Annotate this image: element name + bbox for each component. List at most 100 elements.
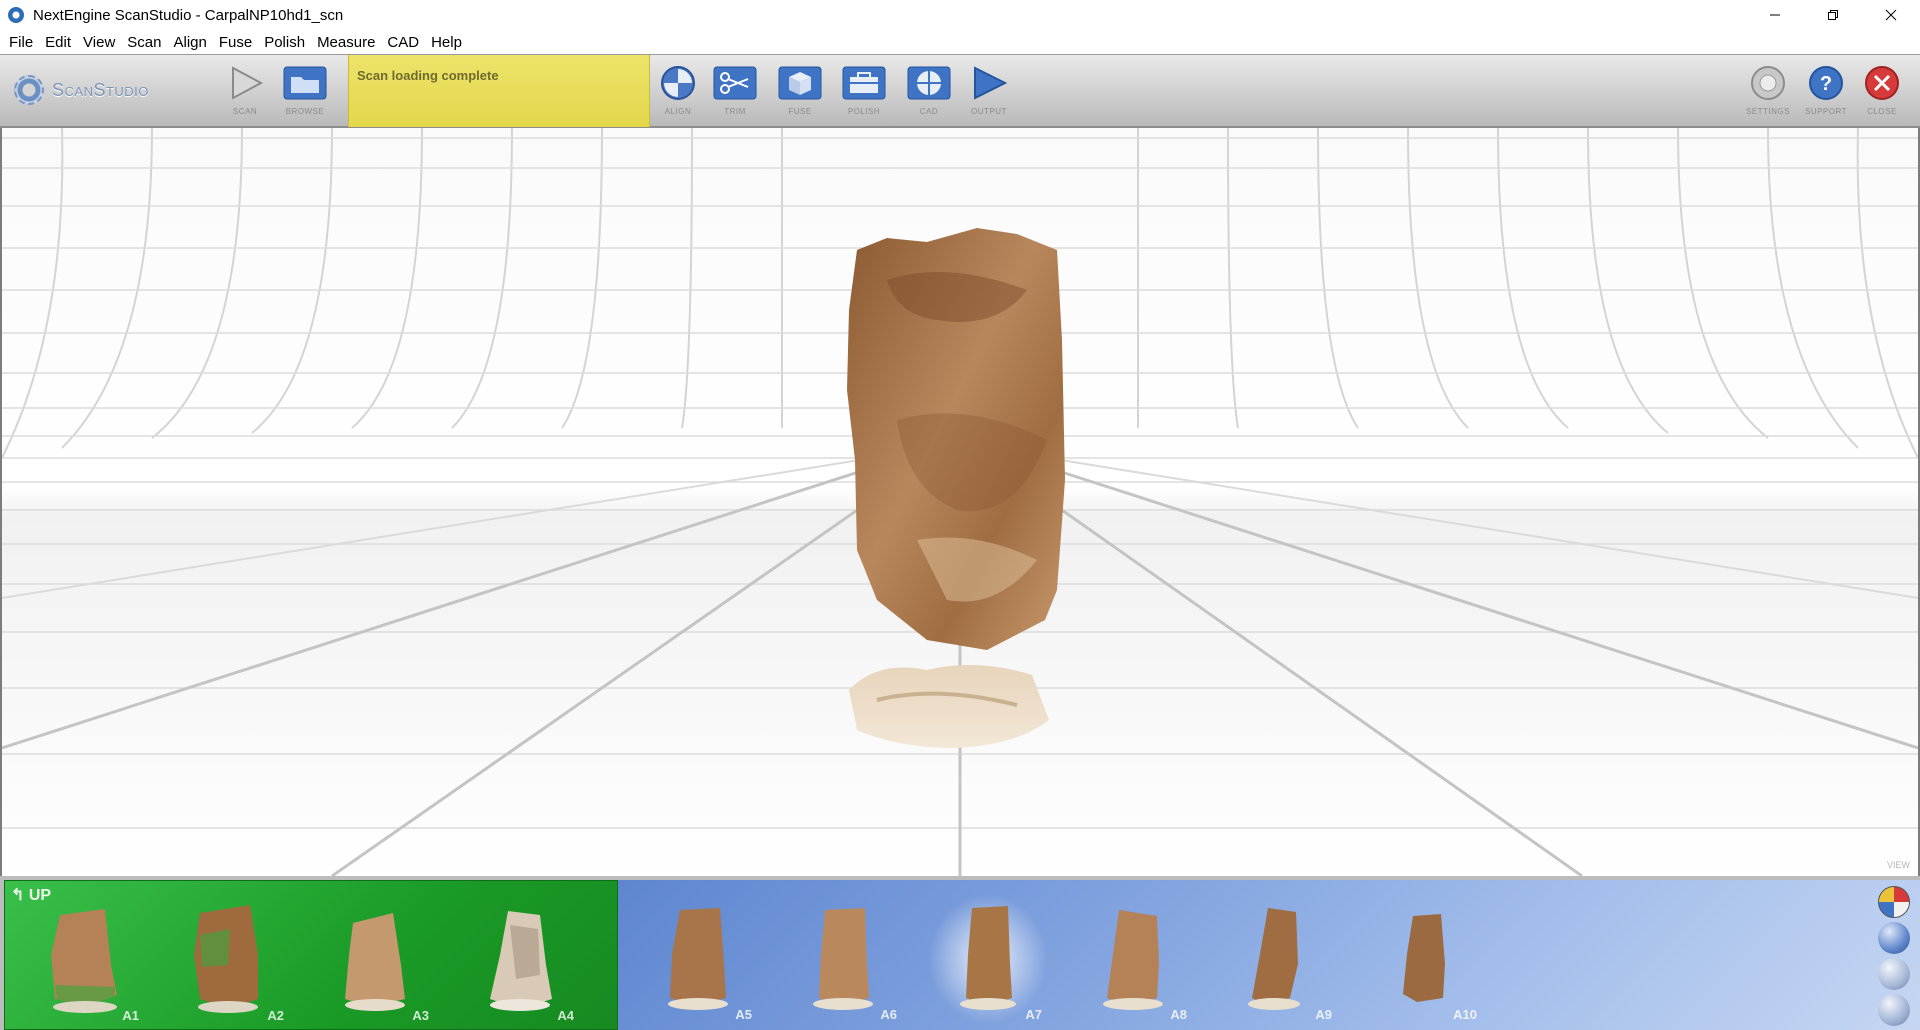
group-remaining-panel: A5 A6 A7 A8 A9 A10 xyxy=(618,880,1920,1030)
polish-button[interactable]: Polish xyxy=(837,65,891,116)
scan-filmstrip: ↰ UP A1 A2 A3 A4 A5 A6 A7 A8 A9 A10 xyxy=(0,876,1920,1030)
menu-scan[interactable]: Scan xyxy=(121,34,167,51)
title-bar: NextEngine ScanStudio - CarpalNP10hd1_sc… xyxy=(0,0,1920,30)
restore-icon xyxy=(1828,10,1838,20)
scan-preview xyxy=(51,909,117,1013)
support-button[interactable]: ? Support xyxy=(1799,65,1853,116)
scan-preview xyxy=(1103,910,1163,1010)
scissors-icon xyxy=(711,65,759,101)
3d-viewport[interactable]: View xyxy=(0,128,1920,876)
gear-logo-icon xyxy=(14,75,44,105)
trim-button[interactable]: Trim xyxy=(708,65,762,116)
align-button[interactable]: Align xyxy=(651,65,705,116)
scan-thumbnail[interactable]: A4 xyxy=(460,895,580,1025)
folder-icon xyxy=(281,65,329,101)
align-label: Align xyxy=(664,107,692,116)
scan-label: Scan xyxy=(232,107,258,116)
thumb-label: A3 xyxy=(412,1008,429,1023)
color-sphere-icon[interactable] xyxy=(1878,886,1910,918)
scan-preview xyxy=(1248,908,1300,1010)
thumb-label: A5 xyxy=(735,1007,752,1022)
scanstudio-logo: ScanStudio xyxy=(14,75,149,105)
minimize-button[interactable] xyxy=(1746,0,1804,30)
menu-file[interactable]: File xyxy=(3,34,39,51)
menu-edit[interactable]: Edit xyxy=(39,34,77,51)
cube-icon xyxy=(776,65,824,101)
scan-thumbnail[interactable]: A2 xyxy=(170,895,290,1025)
menu-cad[interactable]: CAD xyxy=(381,34,425,51)
close-app-button[interactable]: Close xyxy=(1855,65,1909,116)
settings-label: Settings xyxy=(1745,107,1790,116)
menu-fuse[interactable]: Fuse xyxy=(213,34,258,51)
menu-align[interactable]: Align xyxy=(167,34,212,51)
main-toolbar: ScanStudio Scan Browse Scan loading comp… xyxy=(0,54,1920,128)
fuse-button[interactable]: Fuse xyxy=(773,65,827,116)
scan-preview xyxy=(345,913,405,1011)
scan-thumbnail[interactable]: A5 xyxy=(638,894,758,1024)
polish-label: Polish xyxy=(847,107,881,116)
thumb-label: A6 xyxy=(880,1007,897,1022)
scan-preview xyxy=(194,905,258,1013)
restore-button[interactable] xyxy=(1804,0,1862,30)
logo-text: ScanStudio xyxy=(52,79,149,100)
scanstudio-window: NextEngine ScanStudio - CarpalNP10hd1_sc… xyxy=(0,0,1920,1030)
scan-preview xyxy=(668,908,728,1010)
browse-label: Browse xyxy=(285,107,325,116)
toolbox-icon xyxy=(840,65,888,101)
trim-label: Trim xyxy=(724,107,746,116)
menu-view[interactable]: View xyxy=(77,34,121,51)
close-window-button[interactable] xyxy=(1862,0,1920,30)
scan-preview xyxy=(1403,914,1445,1002)
thumb-label: A7 xyxy=(1025,1007,1042,1022)
group-up-panel: ↰ UP A1 A2 A3 A4 xyxy=(4,880,618,1030)
scan-thumbnail[interactable]: A1 xyxy=(25,895,145,1025)
scan-preview xyxy=(960,906,1016,1010)
thumb-label: A1 xyxy=(122,1008,139,1023)
scan-thumbnail[interactable]: A9 xyxy=(1218,894,1338,1024)
scan-thumbnail[interactable]: A8 xyxy=(1073,894,1193,1024)
scan-thumbnail-selected[interactable]: A7 xyxy=(928,894,1048,1024)
settings-button[interactable]: Settings xyxy=(1741,65,1795,116)
thumb-label: A2 xyxy=(267,1008,284,1023)
thumb-label: A10 xyxy=(1453,1007,1477,1022)
scan-preview xyxy=(813,908,873,1010)
status-panel: Scan loading complete xyxy=(348,55,650,127)
output-label: Output xyxy=(971,107,1007,116)
support-label: Support xyxy=(1804,107,1848,116)
align-icon xyxy=(654,65,702,101)
output-button[interactable]: Output xyxy=(962,65,1016,116)
thumb-label: A4 xyxy=(557,1008,574,1023)
solid-sphere-icon[interactable] xyxy=(1878,922,1910,954)
settings-icon xyxy=(1744,65,1792,101)
cad-label: CAD xyxy=(919,107,939,116)
browse-button[interactable]: Browse xyxy=(278,65,332,116)
play-icon xyxy=(221,65,269,101)
menu-bar: File Edit View Scan Align Fuse Polish Me… xyxy=(0,30,1920,54)
help-icon: ? xyxy=(1802,65,1850,101)
close-icon xyxy=(1885,9,1897,21)
menu-polish[interactable]: Polish xyxy=(258,34,311,51)
view-label: View xyxy=(1886,860,1910,870)
status-message: Scan loading complete xyxy=(357,68,499,83)
thumb-label: A9 xyxy=(1315,1007,1332,1022)
dots-sphere-icon[interactable] xyxy=(1878,958,1910,990)
scanned-carpal-model xyxy=(847,228,1065,748)
scan-thumbnail[interactable]: A10 xyxy=(1363,894,1483,1024)
svg-text:?: ? xyxy=(1820,73,1832,95)
menu-measure[interactable]: Measure xyxy=(311,34,381,51)
close-label: Close xyxy=(1867,107,1897,116)
menu-help[interactable]: Help xyxy=(425,34,468,51)
scan-thumbnail[interactable]: A3 xyxy=(315,895,435,1025)
window-title: NextEngine ScanStudio - CarpalNP10hd1_sc… xyxy=(33,6,344,24)
mesh-sphere-icon[interactable] xyxy=(1878,994,1910,1026)
scan-thumbnail[interactable]: A6 xyxy=(783,894,903,1024)
thumb-label: A8 xyxy=(1170,1007,1187,1022)
app-icon xyxy=(8,7,24,23)
output-arrow-icon xyxy=(965,65,1013,101)
scan-button[interactable]: Scan xyxy=(218,65,272,116)
close-circle-icon xyxy=(1858,65,1906,101)
cad-button[interactable]: CAD xyxy=(902,65,956,116)
minimize-icon xyxy=(1770,14,1780,16)
fuse-label: Fuse xyxy=(788,107,812,116)
cad-icon xyxy=(905,65,953,101)
